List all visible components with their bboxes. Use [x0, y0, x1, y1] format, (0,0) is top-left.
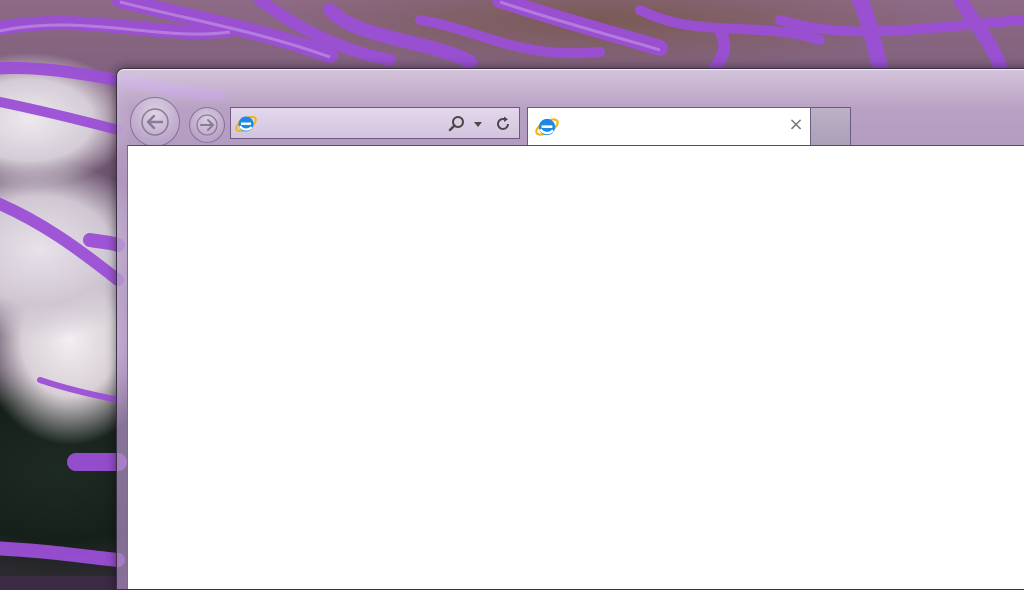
refresh-icon — [497, 116, 509, 130]
address-bar[interactable] — [230, 107, 520, 139]
browser-window: × — [116, 68, 1024, 590]
refresh-button[interactable] — [493, 114, 513, 134]
close-tab-button[interactable]: × — [788, 116, 804, 134]
address-dropdown-button[interactable] — [471, 114, 485, 134]
search-icon — [448, 116, 464, 132]
search-button[interactable] — [447, 114, 467, 134]
forward-button[interactable] — [189, 107, 225, 143]
ie-logo-icon — [235, 116, 257, 132]
chevron-down-icon — [474, 122, 482, 127]
new-tab-button[interactable] — [811, 107, 851, 145]
back-button[interactable] — [130, 97, 180, 147]
tab-active[interactable]: × — [527, 107, 811, 145]
window-frame — [117, 69, 1024, 109]
url-input[interactable] — [261, 112, 445, 136]
back-arrow-icon — [141, 108, 169, 136]
ie-logo-icon — [535, 118, 559, 136]
forward-arrow-icon — [196, 114, 218, 136]
page-content[interactable] — [127, 145, 1024, 589]
